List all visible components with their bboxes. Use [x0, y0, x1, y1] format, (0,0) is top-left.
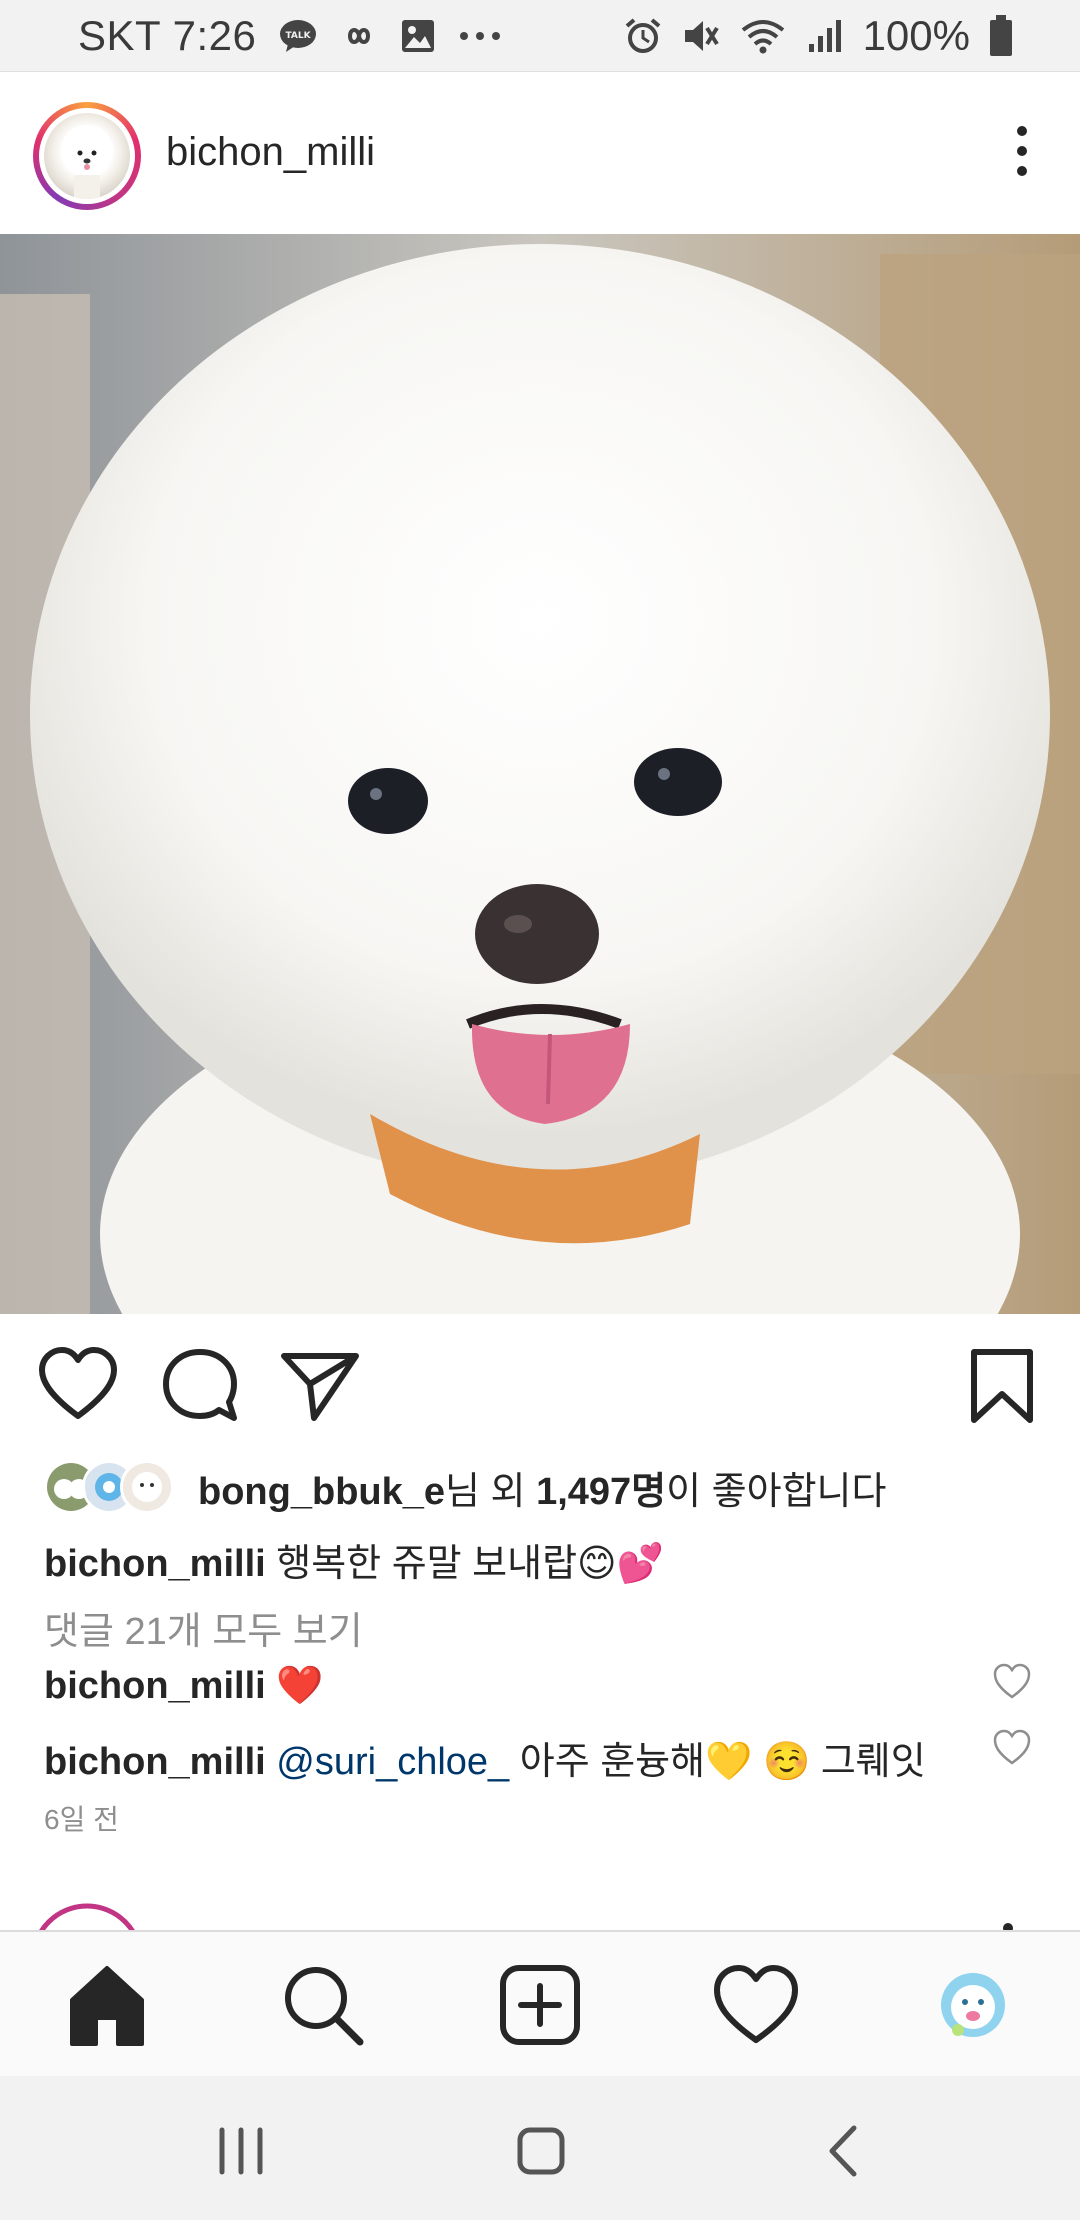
profile-avatar[interactable] — [928, 1960, 1018, 2050]
caption-username[interactable]: bichon_milli — [44, 1543, 266, 1585]
avatar — [44, 113, 130, 199]
post-image[interactable] — [0, 234, 1080, 1314]
new-post-icon[interactable] — [495, 1960, 585, 2050]
search-icon[interactable] — [278, 1960, 368, 2050]
likes-summary: bong_bbuk_e님 외 1,497명이 좋아합니다 — [198, 1460, 886, 1515]
post-header: bichon_milli — [0, 74, 1080, 234]
more-notifications-icon — [460, 32, 501, 40]
gallery-icon — [402, 20, 435, 52]
activity-heart-icon[interactable] — [711, 1960, 801, 2050]
next-post-avatar-ring — [39, 1903, 1013, 1930]
post-actions — [0, 1314, 1080, 1454]
share-send-icon[interactable] — [280, 1346, 360, 1426]
comment-username[interactable]: bichon_milli — [44, 1741, 266, 1783]
comment-mention[interactable]: @suri_chloe_ — [276, 1741, 509, 1783]
more-options-button[interactable] — [1010, 126, 1034, 182]
battery-percent: 100% — [862, 12, 970, 59]
svg-text:TALK: TALK — [286, 31, 312, 41]
alarm-icon — [625, 18, 660, 53]
liker-avatar — [120, 1460, 174, 1514]
status-right: 100% — [623, 12, 1014, 60]
avatar-dog-illustration — [61, 125, 113, 199]
bottom-navigation — [0, 1930, 1080, 2076]
more-dot — [1017, 126, 1027, 136]
more-dot — [1017, 166, 1027, 176]
story-ring[interactable] — [33, 102, 141, 210]
wifi-icon — [741, 20, 784, 54]
comment-username[interactable]: bichon_milli — [44, 1665, 266, 1707]
post-caption: bichon_milli 행복한 쥬말 보내랍😊💕 — [44, 1532, 664, 1587]
recent-apps-button[interactable] — [206, 2116, 276, 2186]
likes-row[interactable]: bong_bbuk_e님 외 1,497명이 좋아합니다 — [44, 1455, 886, 1519]
dog-photo — [0, 234, 1080, 1314]
kakaotalk-icon: TALK — [280, 20, 317, 52]
mute-icon — [684, 21, 719, 51]
avatar-frame — [39, 108, 135, 204]
comment-row: bichon_milli ❤️ — [44, 1664, 324, 1708]
comment-row: bichon_milli @suri_chloe_ 아주 훈늉해💛 ☺️ 그뤠잇 — [44, 1730, 926, 1785]
signal-icon — [808, 20, 841, 52]
infinity-icon — [348, 28, 371, 44]
likes-suffix-1: 님 외 — [445, 1470, 537, 1513]
comment-text: 아주 훈늉해💛 ☺️ 그뤠잇 — [509, 1741, 926, 1783]
likes-suffix-2: 이 좋아합니다 — [666, 1470, 887, 1513]
bookmark-save-icon[interactable] — [966, 1346, 1038, 1426]
status-left: SKT 7:26 TALK — [78, 12, 502, 60]
post-timestamp: 6일 전 — [44, 1804, 119, 1835]
comment-like-heart-icon[interactable] — [992, 1662, 1032, 1702]
likes-count[interactable]: 1,497명 — [536, 1471, 666, 1513]
comment-text: ❤️ — [276, 1665, 324, 1707]
home-button[interactable] — [506, 2116, 576, 2186]
system-navigation-bar — [0, 2076, 1080, 2220]
liker-avatar-image — [123, 1463, 171, 1511]
home-icon[interactable] — [62, 1960, 152, 2050]
view-all-comments-link[interactable]: 댓글 21개 모두 보기 — [44, 1600, 363, 1655]
like-heart-icon[interactable] — [38, 1346, 118, 1426]
caption-text: 행복한 쥬말 보내랍😊💕 — [276, 1543, 664, 1585]
carrier-time: SKT 7:26 — [78, 12, 257, 59]
comment-like-heart-icon[interactable] — [992, 1728, 1032, 1768]
status-bar: SKT 7:26 TALK 100% — [0, 0, 1080, 72]
comment-bubble-icon[interactable] — [160, 1346, 240, 1426]
battery-icon — [990, 15, 1012, 56]
post-username[interactable]: bichon_milli — [166, 130, 375, 175]
back-button[interactable] — [810, 2116, 880, 2186]
next-post-peek — [0, 1880, 1080, 1930]
more-dot — [1017, 146, 1027, 156]
liker-username[interactable]: bong_bbuk_e — [198, 1471, 445, 1513]
